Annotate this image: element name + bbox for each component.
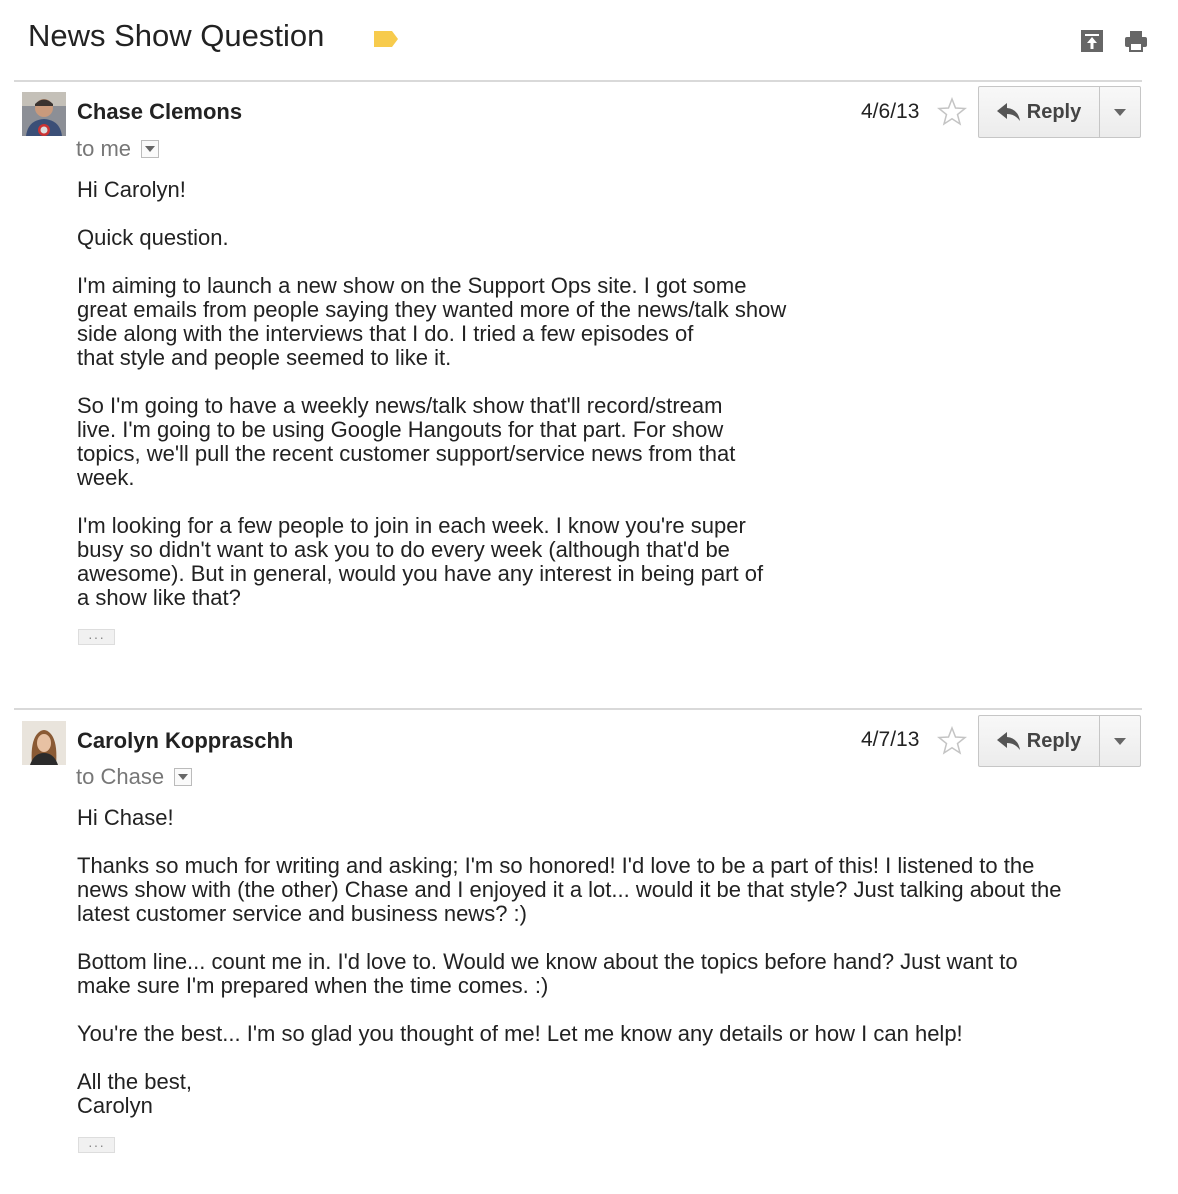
reply-button-group: Reply: [978, 715, 1141, 767]
recipient-label: to me: [76, 136, 132, 161]
recipient-details-dropdown[interactable]: [141, 140, 160, 158]
reply-button-group: Reply: [978, 86, 1141, 138]
message-divider: [14, 708, 1142, 710]
message-body: Hi Carolyn! Quick question. I'm aiming t…: [77, 178, 1157, 634]
message-divider: [14, 80, 1142, 82]
more-actions-button[interactable]: [1100, 716, 1140, 766]
message-date: 4/7/13: [861, 728, 920, 751]
recipient-label: to Chase: [76, 764, 165, 789]
body-paragraph: I'm looking for a few people to join in …: [77, 513, 764, 610]
reply-button[interactable]: Reply: [979, 716, 1100, 766]
reply-label: Reply: [1026, 729, 1082, 752]
body-paragraph: Hi Carolyn!: [77, 177, 186, 202]
show-trimmed-content-button[interactable]: ···: [78, 629, 115, 645]
recipient-line[interactable]: to Chase: [76, 764, 193, 790]
sender-name[interactable]: Carolyn Koppraschh: [77, 728, 293, 754]
more-actions-button[interactable]: [1100, 87, 1140, 137]
reply-arrow-icon: [996, 732, 1020, 750]
body-paragraph: Quick question.: [77, 225, 229, 250]
thread-subject: News Show Question: [28, 18, 325, 53]
label-tag-icon[interactable]: [372, 29, 400, 49]
show-trimmed-content-button[interactable]: ···: [78, 1137, 115, 1153]
body-paragraph: You're the best... I'm so glad you thoug…: [77, 1021, 963, 1046]
star-icon[interactable]: [937, 97, 967, 127]
avatar: [22, 721, 66, 765]
star-icon[interactable]: [937, 726, 967, 756]
body-paragraph: All the best, Carolyn: [77, 1069, 192, 1118]
body-paragraph: Hi Chase!: [77, 805, 174, 830]
chevron-down-icon: [145, 146, 156, 152]
print-icon[interactable]: [1123, 28, 1149, 54]
reply-button[interactable]: Reply: [979, 87, 1100, 137]
recipient-line[interactable]: to me: [76, 136, 160, 162]
sender-name[interactable]: Chase Clemons: [77, 99, 242, 125]
reply-label: Reply: [1026, 100, 1082, 123]
chevron-down-icon: [178, 774, 189, 780]
body-paragraph: So I'm going to have a weekly news/talk …: [77, 393, 736, 490]
avatar: [22, 92, 66, 136]
dropdown-arrow-icon: [1114, 108, 1126, 116]
dropdown-arrow-icon: [1114, 737, 1126, 745]
body-paragraph: Bottom line... count me in. I'd love to.…: [77, 949, 1018, 998]
open-in-new-window-icon[interactable]: [1079, 28, 1105, 54]
reply-arrow-icon: [996, 103, 1020, 121]
body-paragraph: I'm aiming to launch a new show on the S…: [77, 273, 787, 370]
message-body: Hi Chase! Thanks so much for writing and…: [77, 806, 1157, 1142]
recipient-details-dropdown[interactable]: [174, 768, 193, 786]
message-date: 4/6/13: [861, 100, 920, 123]
body-paragraph: Thanks so much for writing and asking; I…: [77, 853, 1062, 926]
